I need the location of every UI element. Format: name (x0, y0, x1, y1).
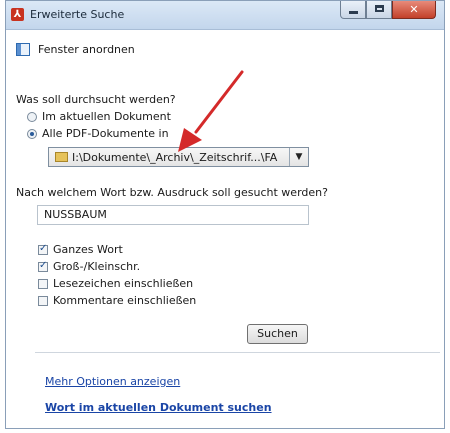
annotation-arrow-icon (178, 70, 244, 152)
